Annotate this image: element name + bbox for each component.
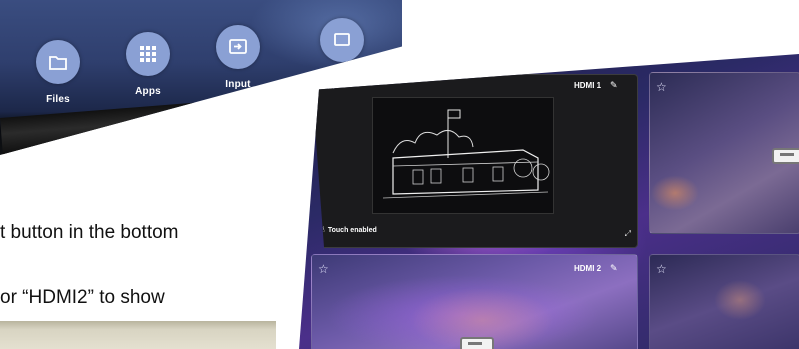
source-tile-bottom-right[interactable]: ☆ — [649, 254, 799, 349]
hdmi-port-icon — [772, 148, 799, 164]
dock-item-label: Input — [225, 79, 251, 90]
screen-cast-icon — [320, 18, 364, 62]
folder-icon — [36, 40, 80, 84]
source-tile-hdmi2[interactable]: ☆ HDMI 2 ✎ — [311, 254, 638, 349]
star-outline-icon[interactable]: ☆ — [318, 263, 329, 275]
dock-item-screen[interactable] — [312, 18, 372, 72]
tile-name: HDMI 2 — [574, 264, 602, 273]
hdmi-port-icon — [460, 337, 494, 349]
edit-pencil-icon[interactable]: ✎ — [610, 81, 618, 90]
dock-item-label: Files — [46, 94, 70, 105]
dock-item-input[interactable]: Input — [208, 25, 268, 90]
input-source-icon — [216, 25, 260, 69]
photo-edge-strip — [0, 321, 276, 349]
dock-item-apps[interactable]: Apps — [118, 32, 178, 97]
expand-icon[interactable]: ⤢ — [625, 229, 631, 239]
source-tile-hdmi1[interactable]: ☆ HDMI 1 ✎ ☝ Touch enabled ⤢ — [311, 74, 638, 248]
edit-pencil-icon[interactable]: ✎ — [610, 264, 618, 273]
touch-enabled-badge: ☝ Touch enabled — [320, 225, 377, 234]
document-text-line: or “HDMI2” to show — [0, 287, 165, 308]
document-text-line: t button in the bottom — [0, 222, 179, 243]
tile-name: HDMI 1 — [574, 81, 602, 90]
dock-item-label: Apps — [135, 86, 161, 97]
touch-label: Touch enabled — [327, 227, 377, 234]
star-outline-icon[interactable]: ☆ — [656, 81, 667, 93]
apps-grid-icon — [126, 32, 170, 76]
star-outline-icon[interactable]: ☆ — [656, 263, 667, 275]
star-filled-icon[interactable]: ☆ — [326, 79, 337, 91]
touch-hand-icon: ☝ — [320, 225, 325, 234]
input-source-grid-photo: ☆ HDMI 1 ✎ ☝ Touch enabled ⤢ ☆ ☆ HDMI 2 … — [299, 54, 799, 349]
dock-item-files[interactable]: Files — [28, 40, 88, 105]
source-tile-top-right[interactable]: ☆ — [649, 72, 799, 234]
hdmi1-preview — [372, 97, 554, 214]
